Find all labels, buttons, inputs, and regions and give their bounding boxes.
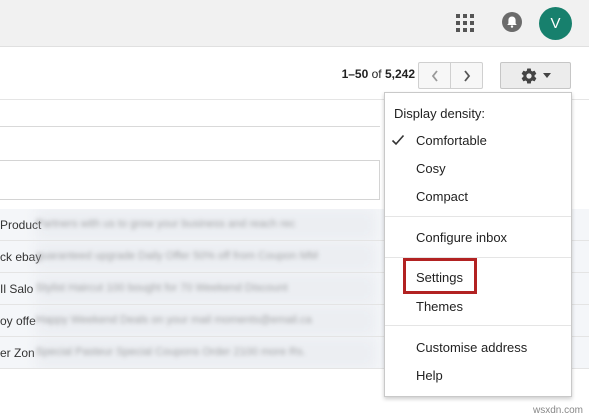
pagination-count: 1–50 of 5,242 [342, 67, 415, 81]
row-sender: oy offe [0, 314, 36, 328]
caret-down-icon [543, 72, 551, 78]
blur-overlay [36, 337, 376, 368]
divider [0, 126, 380, 127]
next-page-button[interactable] [450, 63, 482, 88]
menu-item-help[interactable]: Help [416, 367, 443, 385]
gear-icon [521, 68, 537, 84]
row-sender: Il Salo [0, 282, 34, 296]
prev-page-button[interactable] [419, 63, 450, 88]
row-sender: er Zon [0, 346, 35, 360]
notification-icon[interactable] [501, 11, 523, 33]
blur-overlay [36, 209, 376, 240]
avatar[interactable]: V [539, 7, 572, 40]
menu-item-configure-inbox[interactable]: Configure inbox [416, 229, 507, 247]
blur-overlay [36, 273, 376, 304]
blur-overlay [36, 305, 376, 336]
menu-item-comfortable[interactable]: Comfortable [416, 132, 487, 150]
watermark: wsxdn.com [532, 405, 583, 416]
chevron-right-icon [464, 69, 470, 82]
pager [418, 62, 483, 89]
menu-item-compact[interactable]: Compact [416, 188, 468, 206]
settings-gear-button[interactable] [500, 62, 571, 89]
menu-item-themes[interactable]: Themes [416, 298, 463, 316]
top-bar: V [0, 0, 589, 47]
settings-highlight-box [403, 258, 477, 294]
search-strip [0, 160, 380, 200]
blur-overlay [36, 241, 376, 272]
menu-divider [385, 216, 571, 217]
settings-dropdown-menu: Display density: Comfortable Cosy Compac… [384, 92, 572, 397]
count-total: 5,242 [384, 67, 415, 81]
menu-item-cosy[interactable]: Cosy [416, 160, 446, 178]
menu-divider [385, 325, 571, 326]
apps-grid-icon[interactable] [455, 13, 475, 33]
count-of: of [371, 67, 382, 81]
menu-item-customise-address[interactable]: Customise address [416, 339, 527, 357]
display-density-heading: Display density: [394, 106, 486, 121]
check-icon [391, 134, 405, 146]
count-range: 1–50 [341, 67, 369, 81]
chevron-left-icon [431, 69, 438, 82]
